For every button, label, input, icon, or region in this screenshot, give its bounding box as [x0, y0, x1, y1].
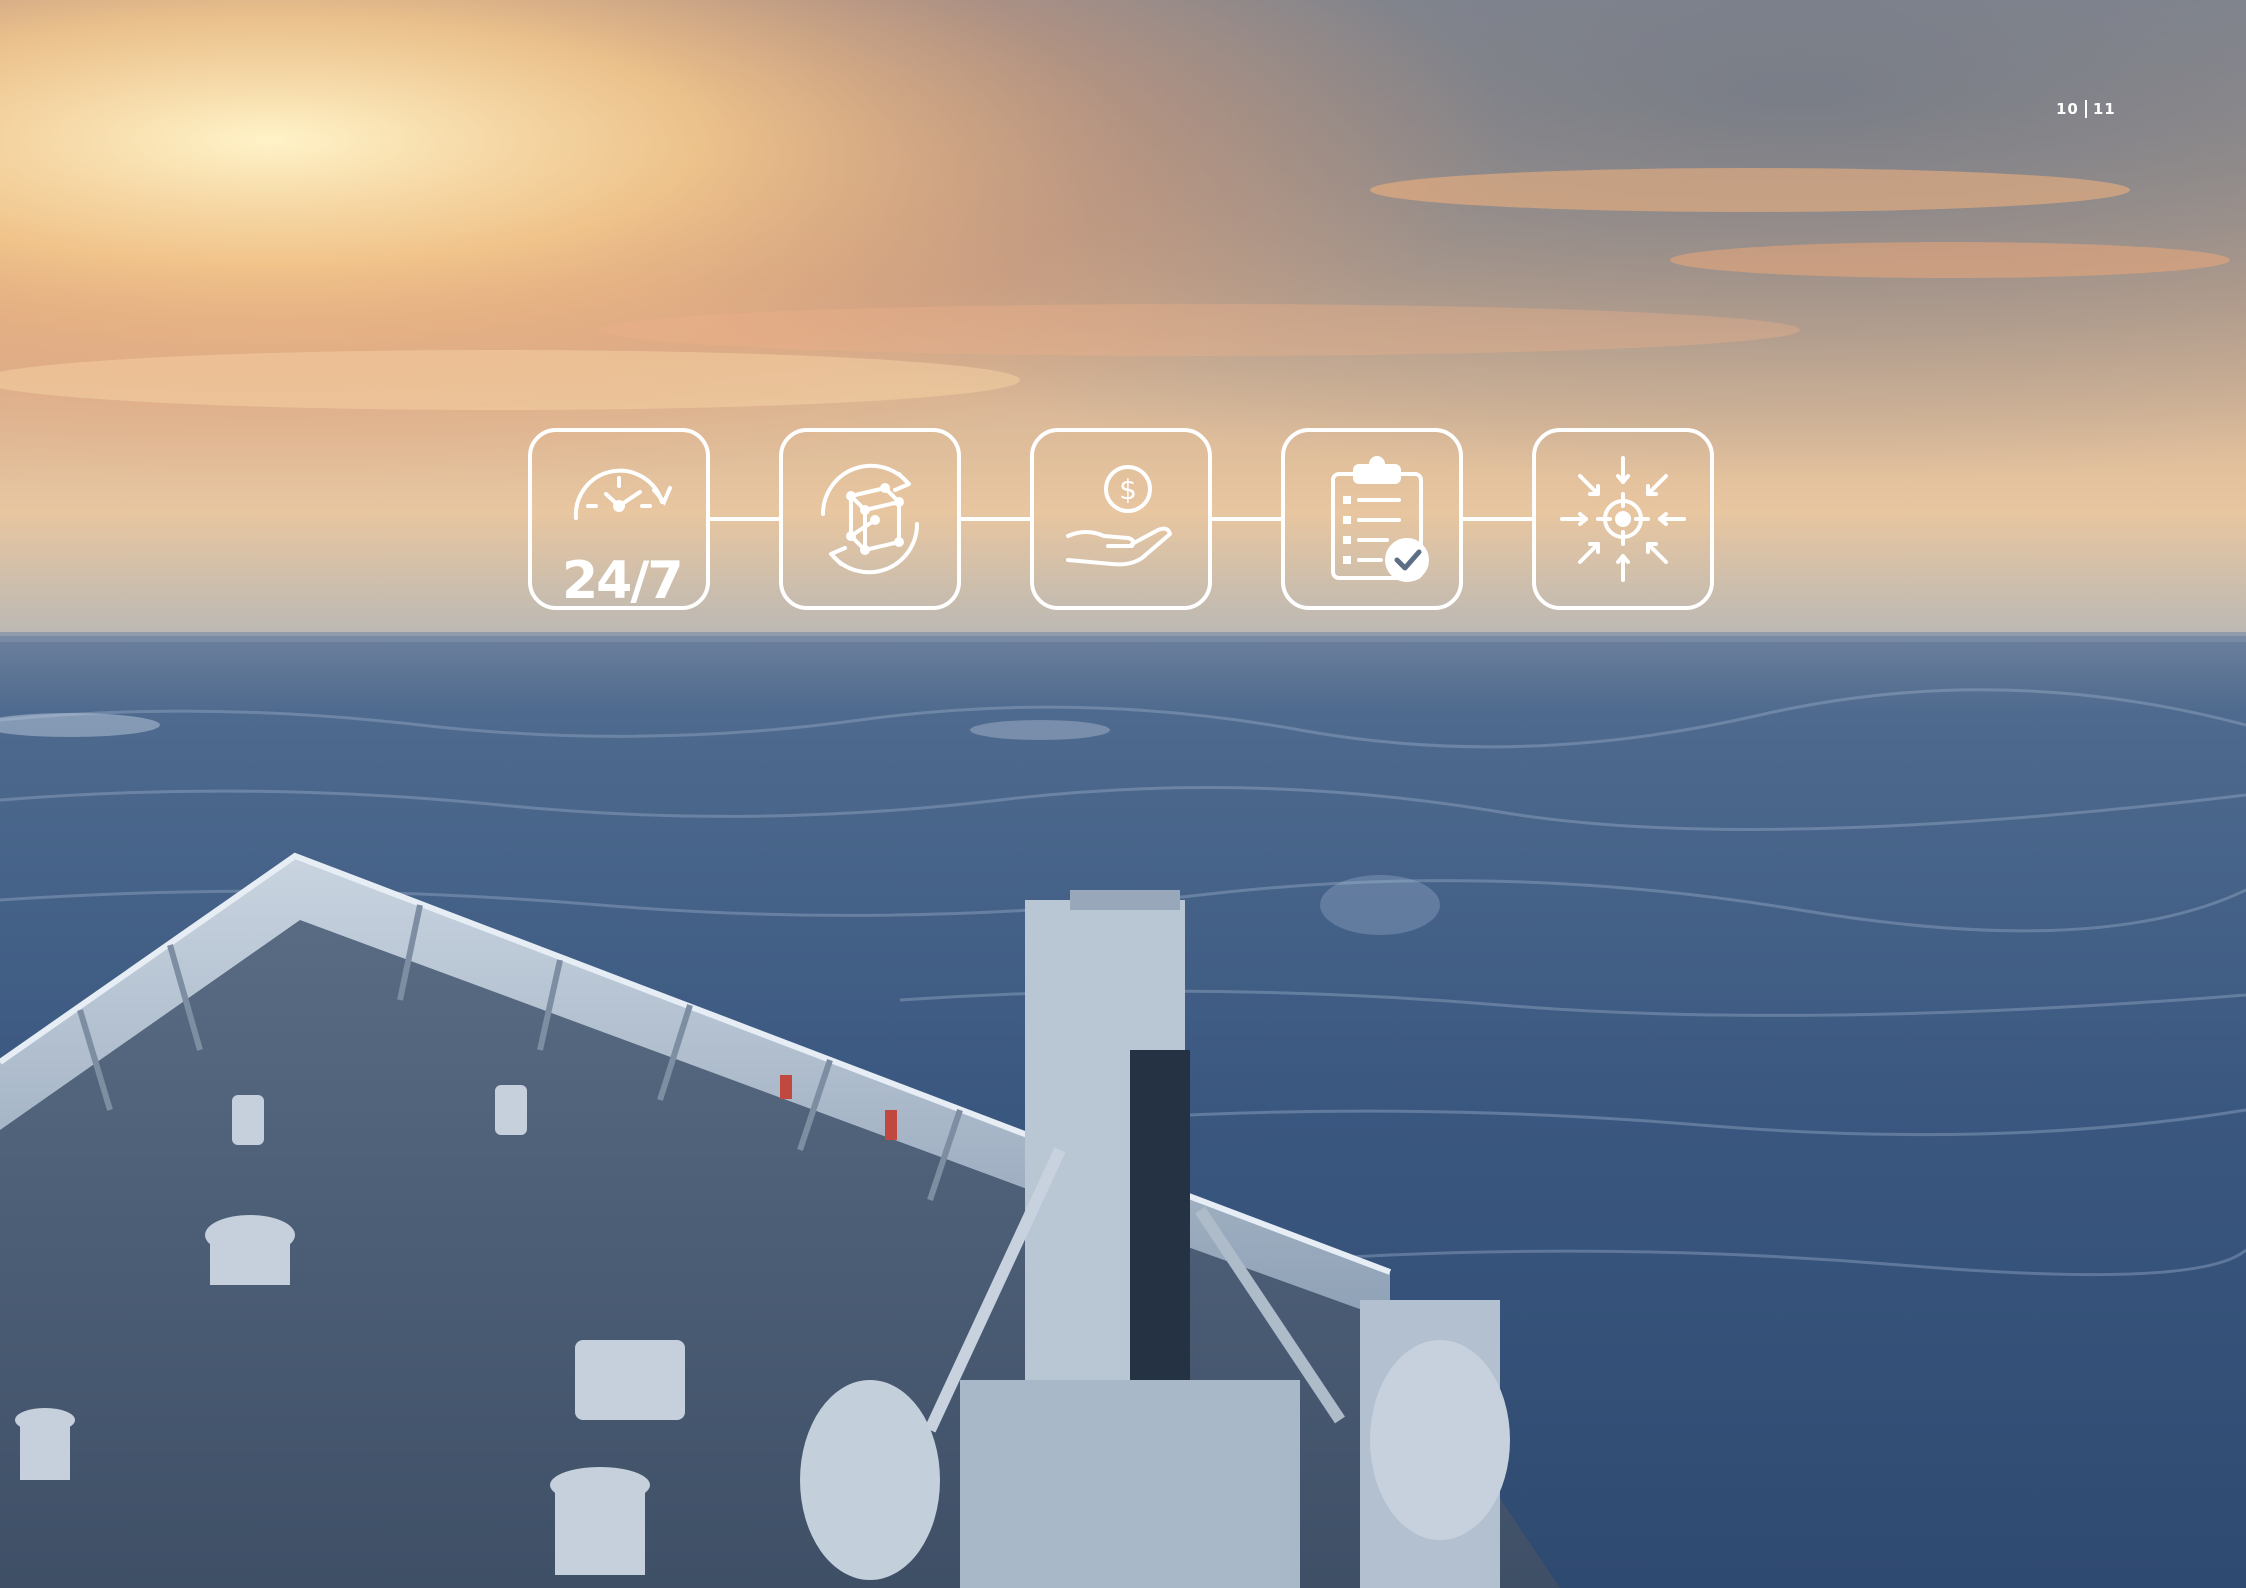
dollar-symbol: $	[1119, 473, 1137, 506]
feature-tile-target	[1532, 428, 1714, 610]
target-focus-icon	[1560, 456, 1686, 582]
page-number-right: 11	[2092, 100, 2116, 118]
icon-connector	[961, 517, 1030, 521]
feature-tile-cost: $	[1030, 428, 1212, 610]
rotating-cube-icon	[820, 463, 920, 575]
page-number: 10 11	[2056, 100, 2116, 118]
icon-connector	[1212, 517, 1281, 521]
page-number-left: 10	[2056, 100, 2079, 118]
ship-at-sea-background	[0, 0, 2246, 1588]
page-number-divider	[2084, 100, 2087, 118]
feature-tile-cube	[779, 428, 961, 610]
icon-connector	[1463, 517, 1532, 521]
clipboard-checklist-icon	[1331, 456, 1429, 582]
icon-label-24-7: 24/7	[562, 551, 684, 611]
feature-tile-24-7: 24/7	[528, 428, 710, 611]
hand-holding-dollar-icon: $	[1066, 465, 1172, 567]
feature-icon-row: 24/7 $	[528, 428, 1714, 611]
feature-tile-checklist	[1281, 428, 1463, 610]
icon-connector	[710, 517, 779, 521]
